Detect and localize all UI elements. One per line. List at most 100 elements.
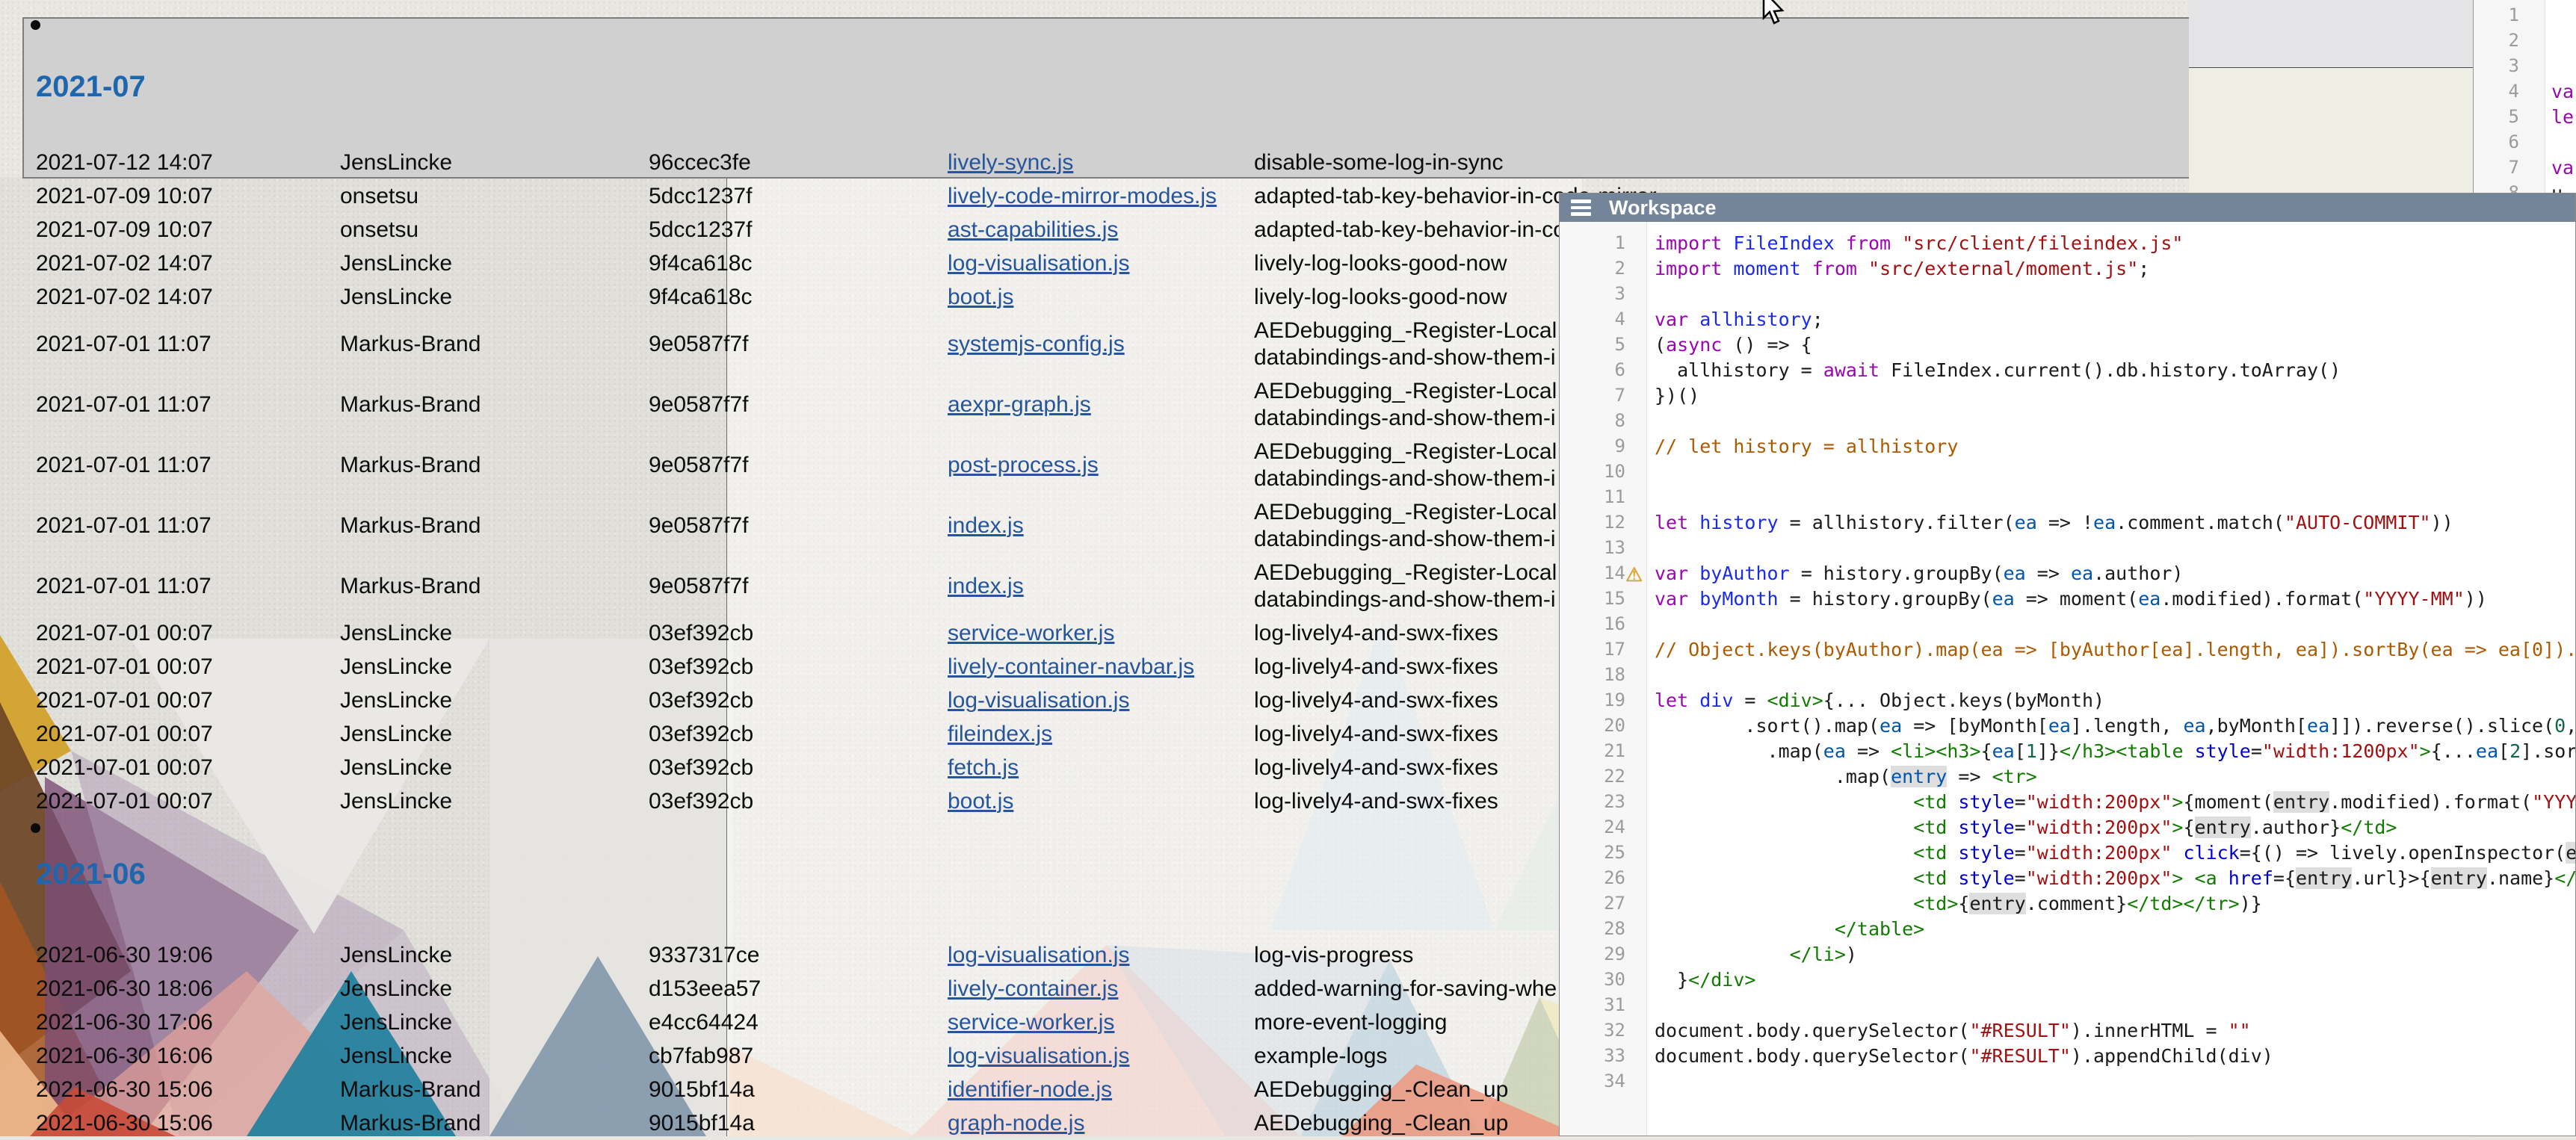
- workspace-titlebar[interactable]: Workspace: [1560, 193, 2575, 222]
- file-link[interactable]: lively-code-mirror-modes.js: [948, 184, 1217, 208]
- commit-hash-cell: cb7fab987: [649, 1039, 948, 1073]
- commit-date-cell: 2021-07-01 00:07: [36, 684, 340, 717]
- line-number: 7: [2474, 157, 2545, 182]
- commit-author-cell: Markus-Brand: [340, 556, 649, 616]
- code-line: <td style="width:200px">{moment(entry.mo…: [1655, 791, 2575, 817]
- commit-hash-cell: 03ef392cb: [649, 717, 948, 751]
- file-link[interactable]: systemjs-config.js: [948, 332, 1125, 356]
- commit-date-cell: 2021-06-30 19:06: [36, 938, 340, 972]
- file-link[interactable]: index.js: [948, 513, 1024, 538]
- file-link[interactable]: index.js: [948, 574, 1024, 598]
- commit-hash-cell: 03ef392cb: [649, 650, 948, 684]
- table-row: 2021-07-12 14:07JensLincke96ccec3felivel…: [36, 146, 1986, 179]
- file-link[interactable]: lively-sync.js: [948, 150, 1073, 175]
- commit-file-cell: ast-capabilities.js: [948, 213, 1254, 247]
- commit-file-cell: fileindex.js: [948, 717, 1254, 751]
- commit-date-cell: 2021-07-02 14:07: [36, 280, 340, 314]
- file-link[interactable]: service-worker.js: [948, 621, 1114, 645]
- commit-author-cell: JensLincke: [340, 972, 649, 1006]
- line-number: 6: [2474, 131, 2545, 157]
- file-link[interactable]: fileindex.js: [948, 722, 1052, 746]
- commit-hash-cell: 5dcc1237f: [649, 213, 948, 247]
- code-line: // Object.keys(byAuthor).map(ea => [byAu…: [1655, 639, 2575, 664]
- commit-date-cell: 2021-06-30 15:06: [36, 1106, 340, 1140]
- list-bullet: [31, 823, 40, 833]
- file-link[interactable]: boot.js: [948, 285, 1013, 309]
- commit-file-cell: log-visualisation.js: [948, 1039, 1254, 1073]
- line-number: 28: [1560, 918, 1646, 944]
- commit-date-cell: 2021-07-01 11:07: [36, 556, 340, 616]
- commit-date-cell: 2021-06-30 17:06: [36, 1006, 340, 1039]
- line-number: 12: [1560, 512, 1646, 537]
- warning-icon[interactable]: ⚠: [1625, 565, 1643, 584]
- code-line: import FileIndex from "src/client/filein…: [1655, 232, 2575, 258]
- line-number: 32: [1560, 1020, 1646, 1045]
- file-link[interactable]: aexpr-graph.js: [948, 392, 1091, 417]
- code-line: let history = allhistory.filter(ea => !e…: [1655, 512, 2575, 537]
- line-number: 29: [1560, 944, 1646, 969]
- file-link[interactable]: lively-container.js: [948, 976, 1118, 1001]
- commit-file-cell: log-visualisation.js: [948, 938, 1254, 972]
- line-number: 1: [2474, 4, 2545, 30]
- commit-file-cell: lively-code-mirror-modes.js: [948, 179, 1254, 213]
- workspace-editor[interactable]: 1234567891011121314151617181920212223242…: [1560, 222, 2575, 1136]
- line-number: 30: [1560, 969, 1646, 994]
- code-line: [1655, 486, 2575, 512]
- file-link[interactable]: boot.js: [948, 789, 1013, 814]
- file-link[interactable]: log-visualisation.js: [948, 1044, 1129, 1068]
- file-link[interactable]: identifier-node.js: [948, 1077, 1112, 1102]
- commit-hash-cell: 9f4ca618c: [649, 247, 948, 280]
- code-line: [1655, 1071, 2575, 1096]
- line-number: 26: [1560, 867, 1646, 893]
- commit-date-cell: 2021-07-01 11:07: [36, 374, 340, 435]
- commit-file-cell: lively-container-navbar.js: [948, 650, 1254, 684]
- line-number: 23: [1560, 791, 1646, 817]
- code-line: .map(ea => <li><h3>{ea[1]}</h3><table st…: [1655, 740, 2575, 766]
- file-link[interactable]: log-visualisation.js: [948, 251, 1129, 276]
- commit-file-cell: lively-container.js: [948, 972, 1254, 1006]
- commit-date-cell: 2021-07-01 11:07: [36, 435, 340, 495]
- file-link[interactable]: fetch.js: [948, 755, 1019, 780]
- mouse-cursor-icon: [1762, 0, 1788, 27]
- commit-file-cell: systemjs-config.js: [948, 314, 1254, 374]
- line-number: 4: [1560, 309, 1646, 334]
- commit-date-cell: 2021-06-30 16:06: [36, 1039, 340, 1073]
- code-line: [2551, 55, 2574, 81]
- commit-hash-cell: 03ef392cb: [649, 784, 948, 818]
- commit-date-cell: 2021-07-09 10:07: [36, 213, 340, 247]
- commit-author-cell: Markus-Brand: [340, 435, 649, 495]
- commit-file-cell: identifier-node.js: [948, 1073, 1254, 1106]
- commit-date-cell: 2021-07-02 14:07: [36, 247, 340, 280]
- commit-hash-cell: 9e0587f7f: [649, 556, 948, 616]
- commit-author-cell: JensLincke: [340, 650, 649, 684]
- code-line: [1655, 994, 2575, 1020]
- file-link[interactable]: graph-node.js: [948, 1111, 1084, 1136]
- file-link[interactable]: log-visualisation.js: [948, 688, 1129, 713]
- file-link[interactable]: service-worker.js: [948, 1010, 1114, 1035]
- file-link[interactable]: log-visualisation.js: [948, 943, 1129, 967]
- commit-date-cell: 2021-06-30 15:06: [36, 1073, 340, 1106]
- file-link[interactable]: post-process.js: [948, 453, 1099, 477]
- commit-file-cell: boot.js: [948, 280, 1254, 314]
- commit-author-cell: JensLincke: [340, 1006, 649, 1039]
- commit-hash-cell: 9015bf14a: [649, 1106, 948, 1140]
- code-line: va: [2551, 81, 2574, 106]
- hamburger-menu-icon[interactable]: [1571, 199, 1591, 216]
- line-number: 16: [1560, 613, 1646, 639]
- commit-hash-cell: 9e0587f7f: [649, 374, 948, 435]
- file-link[interactable]: lively-container-navbar.js: [948, 654, 1194, 679]
- code-line: .map(entry => <tr>: [1655, 766, 2575, 791]
- code-line: [1655, 283, 2575, 309]
- code-area[interactable]: import FileIndex from "src/client/filein…: [1647, 222, 2575, 1136]
- code-line: import moment from "src/external/moment.…: [1655, 258, 2575, 283]
- month-heading-2021-07: 2021-07: [36, 70, 146, 104]
- commit-hash-cell: 9337317ce: [649, 938, 948, 972]
- line-number: 17: [1560, 639, 1646, 664]
- code-line: [2551, 30, 2574, 55]
- file-link[interactable]: ast-capabilities.js: [948, 217, 1118, 242]
- commit-hash-cell: 9f4ca618c: [649, 280, 948, 314]
- code-line: })(): [1655, 385, 2575, 410]
- line-number: 21: [1560, 740, 1646, 766]
- code-line: (async () => {: [1655, 334, 2575, 359]
- commit-date-cell: 2021-07-01 11:07: [36, 495, 340, 556]
